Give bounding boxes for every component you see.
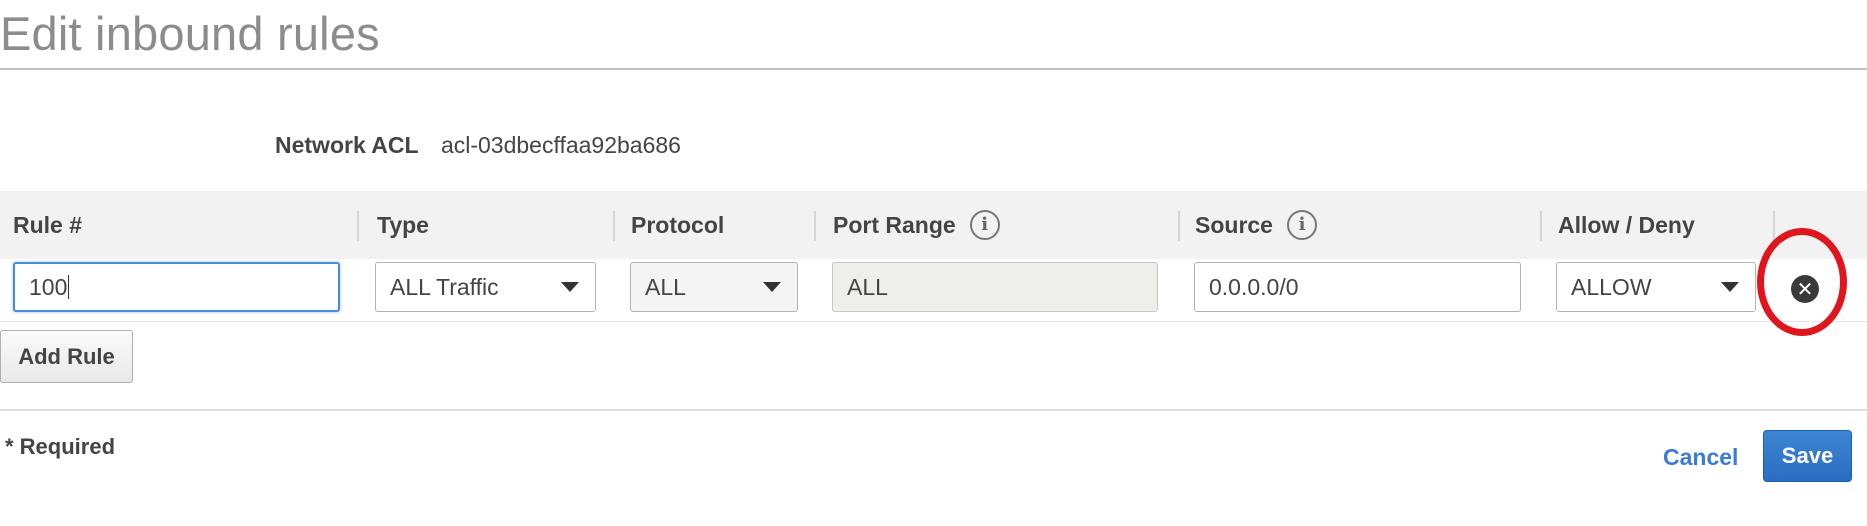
- header-source-label: Source: [1195, 211, 1273, 238]
- footer-divider: [0, 409, 1867, 411]
- header-rule-number: Rule #: [13, 211, 83, 238]
- add-rule-button[interactable]: Add Rule: [0, 330, 133, 383]
- column-divider: [1178, 211, 1180, 241]
- header-protocol: Protocol: [631, 211, 725, 238]
- network-acl-label: Network ACL: [275, 132, 419, 158]
- port-range-field: ALL: [832, 262, 1158, 312]
- network-acl-line: Network ACL acl-03dbecffaa92ba686: [275, 132, 681, 159]
- type-selected-value: ALL Traffic: [390, 273, 499, 300]
- header-type: Type: [377, 211, 429, 238]
- page-title: Edit inbound rules: [0, 7, 380, 60]
- chevron-down-icon: [763, 282, 781, 292]
- chevron-down-icon: [561, 282, 579, 292]
- type-select[interactable]: ALL Traffic: [375, 262, 596, 312]
- column-divider: [1773, 211, 1775, 241]
- header-port-range-label: Port Range: [833, 211, 956, 238]
- header-port-range: Port Range i: [833, 191, 1000, 259]
- source-value: 0.0.0.0/0: [1209, 273, 1299, 300]
- column-divider: [1540, 211, 1542, 241]
- port-range-value: ALL: [847, 273, 888, 300]
- title-divider: [0, 68, 1867, 70]
- allow-deny-selected-value: ALLOW: [1571, 273, 1652, 300]
- protocol-selected-value: ALL: [645, 273, 686, 300]
- network-acl-id: acl-03dbecffaa92ba686: [440, 132, 681, 158]
- rule-number-value: 100: [29, 273, 68, 300]
- cancel-link[interactable]: Cancel: [1663, 444, 1738, 471]
- header-source: Source i: [1195, 191, 1317, 259]
- column-divider: [814, 211, 816, 241]
- rules-table-header: Rule # Type Protocol Port Range i Source…: [0, 191, 1867, 259]
- protocol-select[interactable]: ALL: [630, 262, 798, 312]
- rule-number-input[interactable]: 100: [13, 262, 340, 312]
- column-divider: [357, 211, 359, 241]
- required-note: * Required: [5, 434, 116, 459]
- header-allow-deny: Allow / Deny: [1558, 211, 1695, 238]
- info-icon[interactable]: i: [1286, 210, 1317, 240]
- column-divider: [613, 211, 615, 241]
- table-row: 100 ALL Traffic ALL ALL 0.0.0.0/0 ALLOW …: [0, 259, 1867, 322]
- allow-deny-select[interactable]: ALLOW: [1556, 262, 1756, 312]
- remove-rule-icon[interactable]: ✕: [1791, 275, 1819, 303]
- info-icon[interactable]: i: [969, 210, 1000, 240]
- source-input[interactable]: 0.0.0.0/0: [1194, 262, 1521, 312]
- text-cursor: [68, 275, 70, 299]
- edit-inbound-rules-page: Edit inbound rules Network ACL acl-03dbe…: [0, 0, 1867, 526]
- save-button[interactable]: Save: [1763, 430, 1852, 482]
- chevron-down-icon: [1721, 282, 1739, 292]
